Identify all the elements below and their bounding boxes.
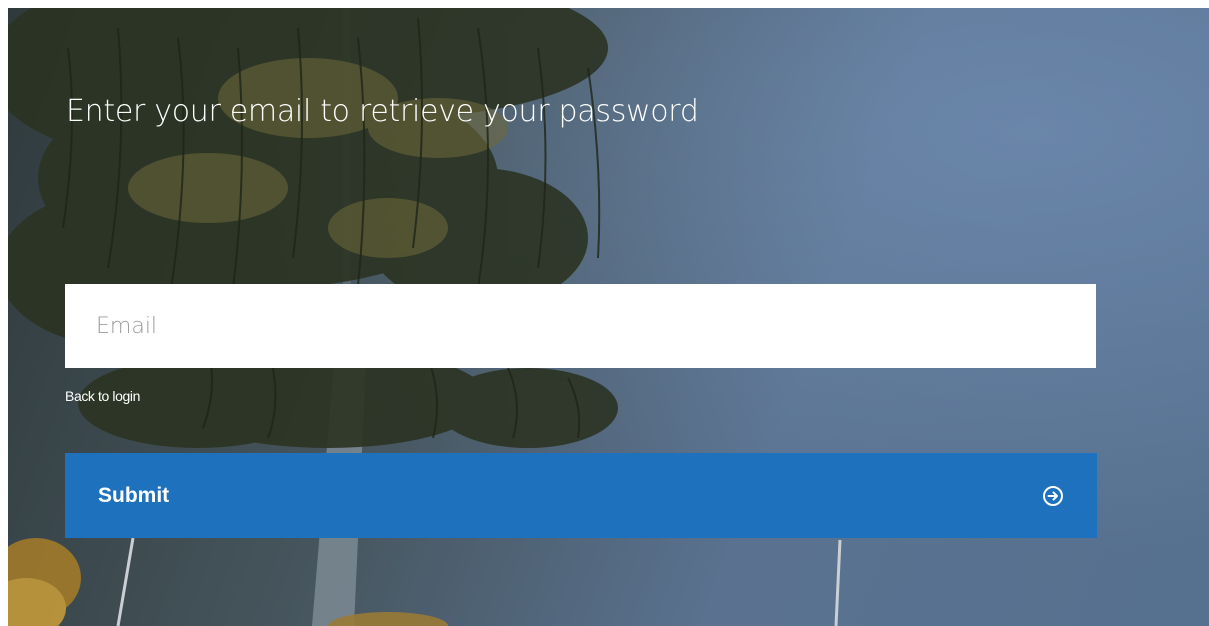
page-title: Enter your email to retrieve your passwo… [66, 94, 699, 129]
login-background: Enter your email to retrieve your passwo… [8, 8, 1209, 626]
back-to-login-link[interactable]: Back to login [65, 388, 140, 404]
submit-button[interactable]: Submit [65, 453, 1097, 538]
arrow-circle-right-icon [1043, 485, 1063, 506]
page-margin-top [0, 0, 1209, 8]
submit-label: Submit [98, 483, 170, 507]
page-margin-left [0, 0, 8, 626]
email-field[interactable] [65, 284, 1096, 368]
